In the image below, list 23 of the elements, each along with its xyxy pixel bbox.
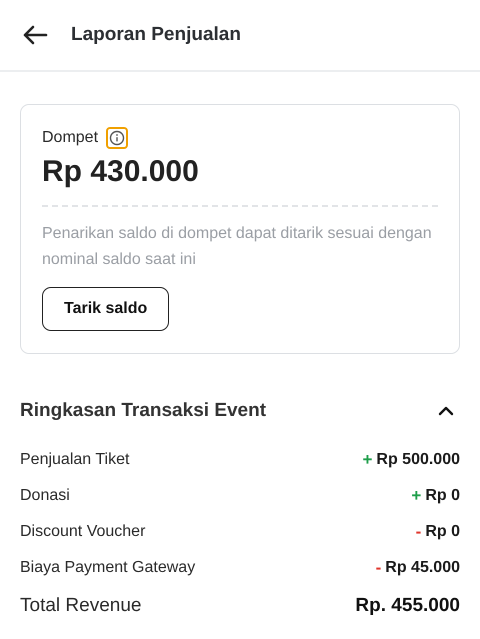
amount-value: Rp 0 [425, 487, 460, 505]
section-title: Ringkasan Transaksi Event [20, 400, 266, 422]
amount-value: Rp 45.000 [385, 559, 460, 577]
amount-value: Rp 0 [425, 523, 460, 541]
row-label: Biaya Payment Gateway [20, 559, 196, 577]
row-label: Discount Voucher [20, 523, 146, 541]
chevron-icon[interactable] [438, 406, 454, 416]
wallet-note: Penarikan saldo di dompet dapat ditarik sesuai dengan nominal saldo saat ini [42, 224, 433, 270]
wallet-label: Dompet [42, 129, 98, 147]
page-title: Laporan Penjualan [71, 24, 241, 46]
row-label: Donasi [20, 487, 70, 505]
total-label: Total Revenue [20, 595, 142, 617]
total-amount: Rp. 455.000 [355, 595, 460, 617]
amount-value: Rp 500.000 [376, 451, 460, 469]
amount-sign: + [411, 486, 422, 506]
info-icon[interactable] [106, 127, 128, 149]
wallet-balance: Rp 430.000 [42, 155, 200, 189]
row-label: Penjualan Tiket [20, 451, 130, 469]
amount-sign: - [376, 558, 382, 578]
withdraw-button[interactable]: Tarik saldo [42, 287, 170, 331]
back-arrow-icon[interactable] [22, 25, 48, 45]
amount-sign: - [416, 522, 422, 542]
amount-sign: + [362, 450, 372, 470]
